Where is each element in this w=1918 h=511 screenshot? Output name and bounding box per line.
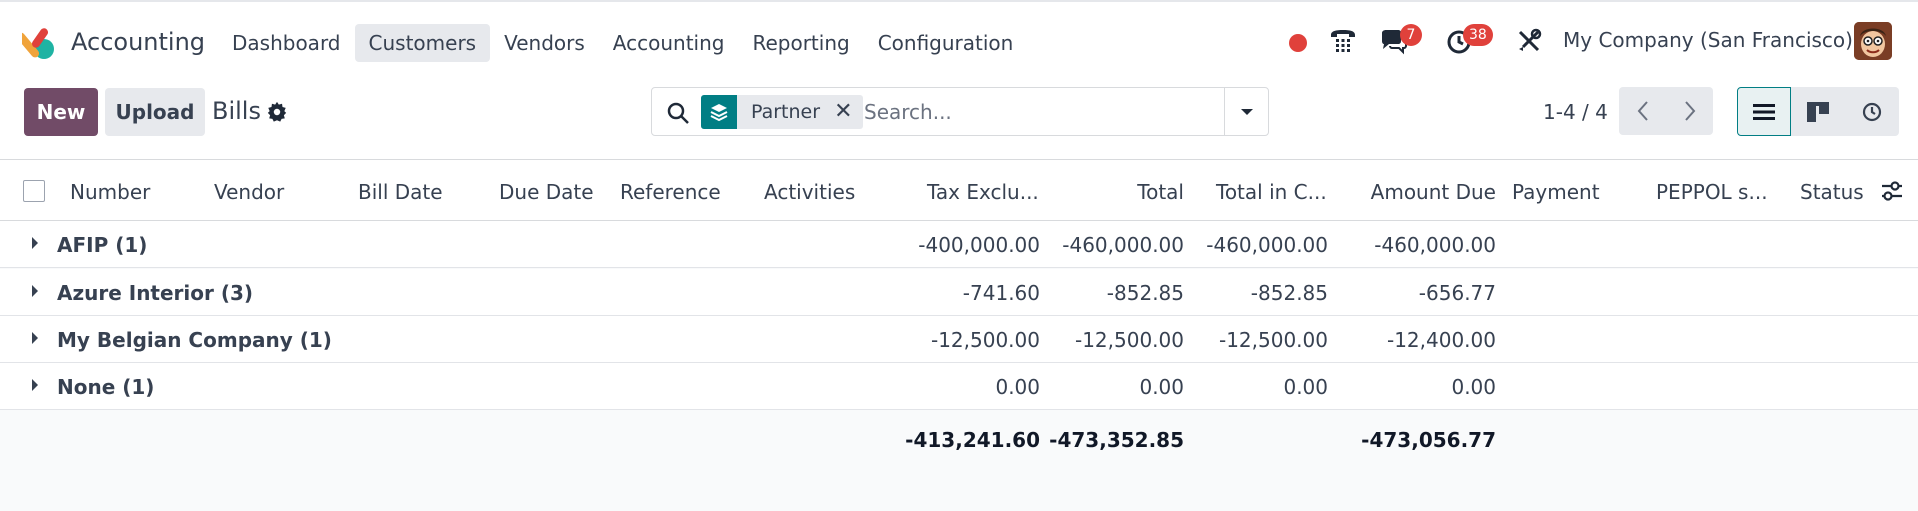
menu-vendors[interactable]: Vendors (490, 24, 599, 62)
column-status[interactable]: Status (1800, 180, 1864, 204)
pager-next-button[interactable] (1666, 87, 1713, 135)
search-facet-label: Partner (751, 101, 821, 123)
group-total-currency: -460,000.00 (1206, 233, 1328, 257)
gear-icon[interactable] (266, 101, 288, 123)
group-label: Azure Interior (3) (57, 281, 254, 305)
column-amount-due[interactable]: Amount Due (1360, 180, 1496, 204)
column-peppol-status[interactable]: PEPPOL s... (1656, 180, 1768, 204)
group-amount-due: -12,400.00 (1386, 328, 1496, 352)
pager-value[interactable]: 1-4 / 4 (1543, 100, 1608, 124)
column-due-date[interactable]: Due Date (499, 180, 594, 204)
column-number[interactable]: Number (70, 180, 150, 204)
phone-icon[interactable] (1328, 26, 1358, 56)
optional-columns-icon[interactable] (1880, 180, 1904, 202)
group-row[interactable]: Azure Interior (3) -741.60 -852.85 -852.… (0, 269, 1918, 316)
activity-clock-icon (1862, 102, 1882, 121)
column-bill-date[interactable]: Bill Date (358, 180, 443, 204)
activities-count-badge: 38 (1463, 24, 1493, 46)
group-row[interactable]: None (1) 0.00 0.00 0.00 0.00 (0, 363, 1918, 410)
main-menu: Dashboard Customers Vendors Accounting R… (218, 24, 1027, 62)
column-activities[interactable]: Activities (764, 180, 855, 204)
expand-caret-icon[interactable] (32, 285, 38, 297)
group-tax-excluded: -400,000.00 (918, 233, 1040, 257)
debug-tools-icon[interactable] (1514, 26, 1544, 56)
footer-total-amount-due: -473,056.77 (1361, 428, 1496, 452)
expand-caret-icon[interactable] (32, 237, 38, 249)
group-amount-due: -460,000.00 (1374, 233, 1496, 257)
group-tax-excluded: 0.00 (995, 375, 1040, 399)
column-vendor[interactable]: Vendor (214, 180, 284, 204)
search-options-toggle[interactable] (1224, 88, 1268, 135)
breadcrumb-title: Bills (212, 97, 261, 125)
search-facet-groupby: Partner ✕ (701, 95, 863, 129)
group-total: -12,500.00 (1074, 328, 1184, 352)
group-label: AFIP (1) (57, 233, 148, 257)
caret-down-icon (1240, 108, 1253, 115)
group-total: -852.85 (1106, 281, 1184, 305)
app-name[interactable]: Accounting (71, 28, 205, 56)
search-icon[interactable] (666, 101, 690, 125)
menu-accounting[interactable]: Accounting (599, 24, 739, 62)
facet-remove-icon[interactable]: ✕ (830, 101, 862, 123)
column-tax-excluded[interactable]: Tax Exclu... (927, 180, 1039, 204)
expand-caret-icon[interactable] (32, 332, 38, 344)
top-navbar: Accounting Dashboard Customers Vendors A… (0, 0, 1918, 76)
user-avatar[interactable] (1854, 22, 1892, 60)
search-input[interactable] (864, 95, 1224, 129)
menu-configuration[interactable]: Configuration (864, 24, 1028, 62)
group-row[interactable]: My Belgian Company (1) -12,500.00 -12,50… (0, 316, 1918, 363)
group-total-currency: 0.00 (1283, 375, 1328, 399)
group-tax-excluded: -741.60 (962, 281, 1040, 305)
list-view-icon (1753, 103, 1775, 120)
kanban-view-button[interactable] (1791, 87, 1845, 136)
group-label: My Belgian Company (1) (57, 328, 332, 352)
chevron-left-icon (1637, 101, 1648, 121)
column-reference[interactable]: Reference (620, 180, 721, 204)
company-switcher[interactable]: My Company (San Francisco) (1563, 28, 1853, 52)
expand-caret-icon[interactable] (32, 379, 38, 391)
column-total-currency[interactable]: Total in C... (1216, 180, 1327, 204)
search-bar: Partner ✕ (651, 87, 1269, 136)
app-logo-icon[interactable] (22, 27, 56, 61)
user-avatar-icon (1854, 22, 1892, 60)
menu-reporting[interactable]: Reporting (738, 24, 863, 62)
upload-button[interactable]: Upload (105, 88, 205, 136)
group-total-currency: -12,500.00 (1218, 328, 1328, 352)
layers-icon (701, 95, 737, 129)
group-amount-due: -656.77 (1418, 281, 1496, 305)
group-amount-due: 0.00 (1451, 375, 1496, 399)
group-total-currency: -852.85 (1250, 281, 1328, 305)
new-button[interactable]: New (24, 88, 98, 136)
menu-dashboard[interactable]: Dashboard (218, 24, 355, 62)
select-all-checkbox[interactable] (23, 180, 45, 202)
activity-view-button[interactable] (1845, 87, 1899, 136)
group-tax-excluded: -12,500.00 (930, 328, 1040, 352)
footer-total-tax-excluded: -413,241.60 (905, 428, 1040, 452)
group-row[interactable]: AFIP (1) -400,000.00 -460,000.00 -460,00… (0, 221, 1918, 268)
chevron-right-icon (1684, 101, 1695, 121)
group-total: -460,000.00 (1062, 233, 1184, 257)
group-total: 0.00 (1139, 375, 1184, 399)
messages-count-badge: 7 (1400, 24, 1422, 46)
bills-list: Number Vendor Bill Date Due Date Referen… (0, 159, 1918, 511)
group-label: None (1) (57, 375, 155, 399)
recording-indicator-icon[interactable] (1289, 34, 1307, 52)
kanban-view-icon (1807, 101, 1829, 122)
menu-customers[interactable]: Customers (354, 24, 491, 62)
table-header: Number Vendor Bill Date Due Date Referen… (0, 159, 1918, 221)
column-payment[interactable]: Payment (1512, 180, 1600, 204)
pager-previous-button[interactable] (1619, 87, 1666, 135)
footer-total: -473,352.85 (1049, 428, 1184, 452)
list-view-button[interactable] (1737, 87, 1791, 136)
column-total[interactable]: Total (1080, 180, 1184, 204)
